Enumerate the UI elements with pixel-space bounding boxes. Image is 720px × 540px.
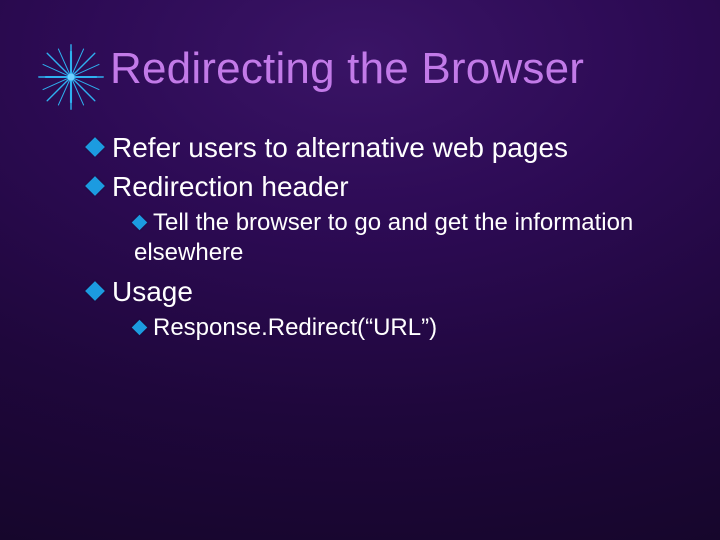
slide-body: Refer users to alternative web pages Red…: [88, 130, 660, 349]
slide-title: Redirecting the Browser: [110, 44, 584, 94]
bullet-level1: Redirection header: [88, 169, 660, 204]
bullet-level1: Usage: [88, 274, 660, 309]
bullet-text: Refer users to alternative web pages: [112, 132, 568, 163]
bullet-level2: Tell the browser to go and get the infor…: [134, 208, 660, 268]
bullet-text: Redirection header: [112, 171, 349, 202]
bullet-text: Response.Redirect(“URL”): [153, 314, 437, 341]
bullet-level1: Refer users to alternative web pages: [88, 130, 660, 165]
slide: Redirecting the Browser Refer users to a…: [0, 0, 720, 540]
diamond-bullet-icon: [85, 137, 105, 157]
diamond-bullet-icon: [85, 176, 105, 196]
diamond-bullet-icon: [85, 281, 105, 301]
bullet-text: Tell the browser to go and get the infor…: [134, 209, 633, 266]
bullet-level2: Response.Redirect(“URL”): [134, 313, 660, 343]
diamond-bullet-icon: [132, 320, 148, 336]
bullet-text: Usage: [112, 276, 193, 307]
diamond-bullet-icon: [132, 215, 148, 231]
title-row: Redirecting the Browser: [52, 44, 584, 94]
